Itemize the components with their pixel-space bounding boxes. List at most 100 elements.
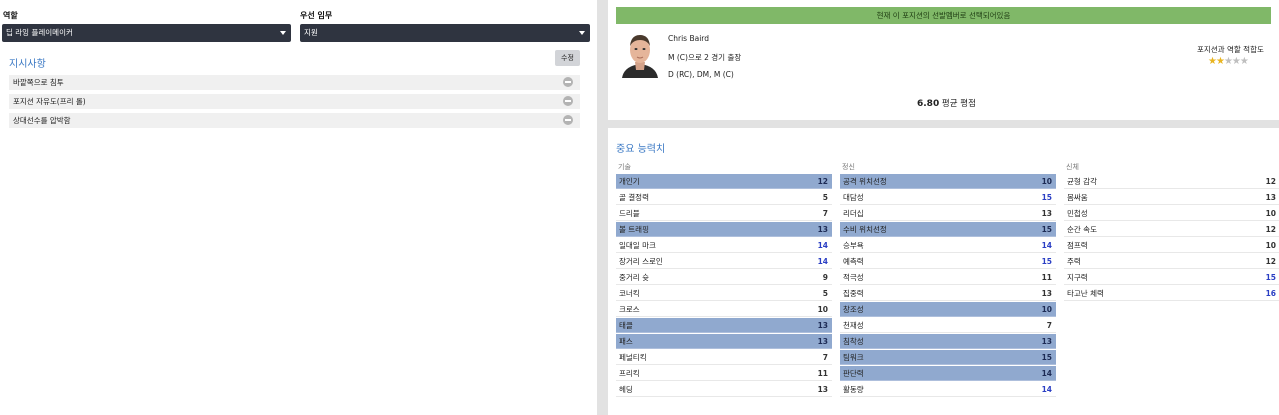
star-filled-icon: ★	[1208, 56, 1217, 67]
attribute-name: 승부욕	[843, 241, 864, 250]
instruction-row: 포지션 자유도(프리 롤)	[9, 94, 580, 109]
attribute-row: 수비 위치선정 15	[840, 222, 1056, 237]
attribute-value: 13	[1265, 193, 1276, 202]
attribute-row: 예측력 15	[840, 254, 1056, 269]
average-rating: 6.80 평균 평점	[917, 97, 976, 109]
mental-header: 정신	[842, 163, 855, 171]
remove-icon[interactable]	[563, 96, 573, 106]
attribute-row: 크로스 10	[616, 302, 832, 317]
player-positions: D (RC), DM, M (C)	[668, 70, 734, 79]
attribute-value: 14	[1041, 385, 1052, 394]
star-empty-icon: ★	[1231, 56, 1241, 67]
player-appearances: M (C)으로 2 경기 출장	[668, 53, 742, 62]
attribute-value: 13	[817, 225, 828, 234]
attribute-name: 골 결정력	[619, 193, 649, 202]
attribute-row: 골 결정력 5	[616, 190, 832, 205]
attribute-name: 적극성	[843, 273, 864, 282]
attribute-value: 11	[1041, 273, 1052, 282]
role-select[interactable]: 딥 라잉 플레이메이커	[2, 24, 291, 42]
attribute-row: 장거리 스로인 14	[616, 254, 832, 269]
remove-icon[interactable]	[563, 77, 573, 87]
attribute-name: 일대일 마크	[619, 241, 656, 250]
attribute-value: 5	[822, 289, 828, 298]
star-empty-icon: ★	[1239, 56, 1249, 67]
attribute-value: 13	[1041, 209, 1052, 218]
attribute-name: 민첩성	[1067, 209, 1088, 218]
attribute-value: 10	[817, 305, 828, 314]
duty-label: 우선 임무	[300, 11, 333, 20]
attribute-value: 15	[1041, 193, 1052, 202]
attribute-row: 점프력 10	[1064, 238, 1279, 253]
attribute-row: 타고난 체력 16	[1064, 286, 1279, 301]
attribute-value: 10	[1265, 209, 1276, 218]
attribute-value: 15	[1041, 257, 1052, 266]
attribute-row: 중거리 슛 9	[616, 270, 832, 285]
attribute-value: 15	[1041, 353, 1052, 362]
edit-instructions-button[interactable]: 수정	[555, 50, 580, 66]
attribute-value: 15	[1041, 225, 1052, 234]
attribute-row: 페널티킥 7	[616, 350, 832, 365]
duty-select-value: 지원	[304, 28, 318, 37]
attribute-value: 12	[1265, 225, 1276, 234]
average-rating-label: 평균 평점	[941, 99, 976, 109]
attribute-name: 지구력	[1067, 273, 1088, 282]
chevron-down-icon	[579, 31, 585, 35]
attribute-name: 프리킥	[619, 369, 640, 378]
attribute-name: 태클	[619, 321, 633, 330]
attribute-row: 코너킥 5	[616, 286, 832, 301]
attribute-row: 순간 속도 12	[1064, 222, 1279, 237]
role-label: 역할	[3, 11, 18, 20]
remove-icon[interactable]	[563, 115, 573, 125]
attribute-name: 공격 위치선정	[843, 177, 887, 186]
attribute-value: 13	[1041, 337, 1052, 346]
attribute-row: 헤딩 13	[616, 382, 832, 397]
attribute-name: 활동량	[843, 385, 864, 394]
attribute-value: 5	[822, 193, 828, 202]
instruction-label: 포지션 자유도(프리 롤)	[13, 97, 86, 106]
attribute-row: 승부욕 14	[840, 238, 1056, 253]
attribute-value: 15	[1265, 273, 1276, 282]
attribute-name: 점프력	[1067, 241, 1088, 250]
attribute-value: 11	[817, 369, 828, 378]
player-name[interactable]: Chris Baird	[668, 34, 709, 43]
attribute-row: 주력 12	[1064, 254, 1279, 269]
attribute-name: 팀워크	[843, 353, 864, 362]
attribute-value: 12	[817, 177, 828, 186]
attribute-row: 드리블 7	[616, 206, 832, 221]
attribute-name: 장거리 스로인	[619, 257, 663, 266]
physical-header: 신체	[1066, 163, 1079, 171]
attribute-name: 집중력	[843, 289, 864, 298]
attribute-value: 12	[1265, 177, 1276, 186]
key-attributes-title: 중요 능력치	[616, 144, 666, 155]
player-portrait	[620, 28, 660, 78]
attribute-row: 천재성 7	[840, 318, 1056, 333]
attribute-row: 태클 13	[616, 318, 832, 333]
attribute-name: 볼 트래핑	[619, 225, 649, 234]
duty-select[interactable]: 지원	[300, 24, 590, 42]
attribute-value: 7	[1046, 321, 1052, 330]
attribute-row: 패스 13	[616, 334, 832, 349]
attribute-value: 13	[817, 337, 828, 346]
attribute-value: 7	[822, 353, 828, 362]
suitability-label: 포지션과 역할 적합도	[1197, 45, 1264, 54]
average-rating-value: 6.80	[917, 99, 940, 109]
attribute-row: 개인기 12	[616, 174, 832, 189]
tactics-role-panel: 역할 딥 라잉 플레이메이커 우선 임무 지원 지시사항 수정 바깥쪽으로 침투…	[0, 0, 597, 415]
chevron-down-icon	[280, 31, 286, 35]
attribute-value: 10	[1041, 177, 1052, 186]
attribute-name: 크로스	[619, 305, 640, 314]
attribute-row: 공격 위치선정 10	[840, 174, 1056, 189]
attribute-row: 민첩성 10	[1064, 206, 1279, 221]
attribute-row: 프리킥 11	[616, 366, 832, 381]
attribute-value: 13	[817, 321, 828, 330]
instruction-row: 상대선수를 압박함	[9, 113, 580, 128]
attribute-value: 14	[1041, 369, 1052, 378]
attribute-name: 중거리 슛	[619, 273, 649, 282]
instruction-label: 상대선수를 압박함	[13, 116, 71, 125]
attribute-row: 몸싸움 13	[1064, 190, 1279, 205]
attribute-value: 9	[822, 273, 828, 282]
attribute-name: 주력	[1067, 257, 1081, 266]
attribute-name: 개인기	[619, 177, 640, 186]
instruction-label: 바깥쪽으로 침투	[13, 78, 64, 87]
attribute-name: 균형 감각	[1067, 177, 1097, 186]
